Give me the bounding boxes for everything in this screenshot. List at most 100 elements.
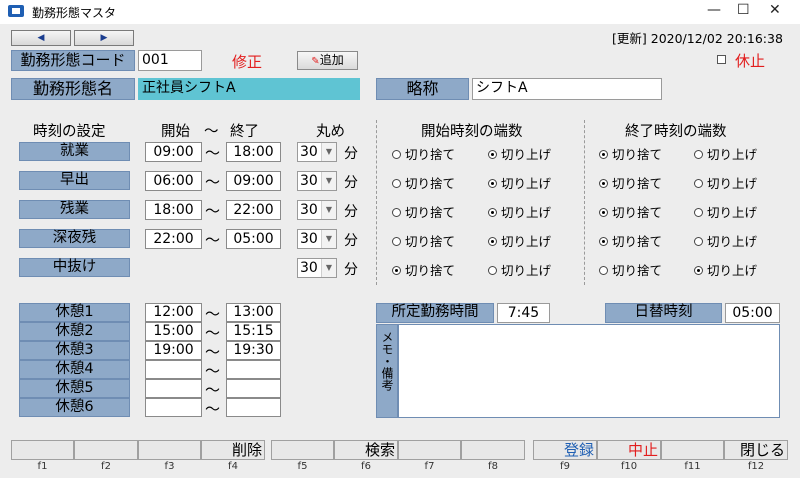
round-value: 30 bbox=[300, 202, 318, 218]
f9-button[interactable]: 登録 bbox=[533, 440, 597, 460]
tilde: 〜 bbox=[205, 305, 221, 323]
start-frac-up-radio[interactable]: 切り上げ bbox=[488, 144, 551, 163]
round-value: 30 bbox=[300, 231, 318, 247]
scheduled-hours-field[interactable]: 7:45 bbox=[497, 303, 550, 323]
start-frac-up-radio[interactable]: 切り上げ bbox=[488, 202, 551, 221]
end-frac-down-radio[interactable]: 切り捨て bbox=[599, 202, 662, 221]
radio-label: 切り上げ bbox=[706, 147, 757, 162]
time-row-label: 深夜残 bbox=[19, 229, 130, 248]
round-select[interactable]: 30 ▼ bbox=[297, 258, 337, 278]
f5-button[interactable] bbox=[271, 440, 334, 460]
round-select[interactable]: 30 ▼ bbox=[297, 171, 337, 191]
round-value: 30 bbox=[300, 144, 318, 160]
round-select[interactable]: 30 ▼ bbox=[297, 229, 337, 249]
day-switch-field[interactable]: 05:00 bbox=[725, 303, 780, 323]
break-start-field[interactable] bbox=[145, 379, 202, 398]
end-frac-up-radio[interactable]: 切り上げ bbox=[694, 173, 757, 192]
start-header: 開始 bbox=[161, 124, 190, 140]
short-field[interactable]: シフトA bbox=[472, 78, 662, 100]
end-frac-down-radio[interactable]: 切り捨て bbox=[599, 144, 662, 163]
start-frac-down-radio[interactable]: 切り捨て bbox=[392, 202, 455, 221]
radio-icon bbox=[599, 266, 608, 275]
minutes-unit: 分 bbox=[344, 175, 358, 191]
end-time-field[interactable]: 05:00 bbox=[226, 229, 281, 249]
name-field[interactable]: 正社員シフトA bbox=[138, 78, 360, 100]
f7-button[interactable] bbox=[398, 440, 461, 460]
break-start-field[interactable]: 12:00 bbox=[145, 303, 202, 322]
f12-button[interactable]: 閉じる bbox=[724, 440, 788, 460]
memo-textarea[interactable] bbox=[398, 324, 780, 418]
f6-key-label: f6 bbox=[361, 461, 371, 472]
tilde: 〜 bbox=[205, 362, 221, 380]
prev-record-button[interactable]: ◀ bbox=[11, 30, 71, 46]
break-end-field[interactable] bbox=[226, 398, 281, 417]
start-frac-down-radio[interactable]: 切り捨て bbox=[392, 231, 455, 250]
end-frac-up-radio[interactable]: 切り上げ bbox=[694, 231, 757, 250]
f2-button[interactable] bbox=[74, 440, 138, 460]
start-frac-up-radio[interactable]: 切り上げ bbox=[488, 231, 551, 250]
f11-button[interactable] bbox=[661, 440, 724, 460]
round-select[interactable]: 30 ▼ bbox=[297, 200, 337, 220]
end-frac-up-radio[interactable]: 切り上げ bbox=[694, 144, 757, 163]
end-frac-down-radio[interactable]: 切り捨て bbox=[599, 173, 662, 192]
break-label: 休憩4 bbox=[19, 360, 130, 379]
radio-icon bbox=[392, 208, 401, 217]
f8-button[interactable] bbox=[461, 440, 525, 460]
end-frac-up-radio[interactable]: 切り上げ bbox=[694, 260, 757, 279]
stop-checkbox[interactable] bbox=[717, 55, 726, 64]
f3-button[interactable] bbox=[138, 440, 201, 460]
break-start-field[interactable] bbox=[145, 360, 202, 379]
start-frac-down-radio[interactable]: 切り捨て bbox=[392, 173, 455, 192]
add-button-label: 追加 bbox=[319, 53, 344, 67]
f1-button[interactable] bbox=[11, 440, 74, 460]
maximize-icon[interactable]: ☐ bbox=[737, 2, 750, 18]
f10-button[interactable]: 中止 bbox=[597, 440, 661, 460]
break-start-field[interactable] bbox=[145, 398, 202, 417]
scheduled-hours-label: 所定勤務時間 bbox=[376, 303, 494, 323]
close-icon[interactable]: ✕ bbox=[769, 2, 781, 18]
round-value: 30 bbox=[300, 173, 318, 189]
end-time-field[interactable]: 22:00 bbox=[226, 200, 281, 220]
arrow-left-icon: ◀ bbox=[37, 33, 45, 43]
start-frac-up-radio[interactable]: 切り上げ bbox=[488, 260, 551, 279]
break-end-field[interactable]: 13:00 bbox=[226, 303, 281, 322]
code-field[interactable]: 001 bbox=[138, 50, 202, 71]
next-record-button[interactable]: ▶ bbox=[74, 30, 134, 46]
tilde: 〜 bbox=[205, 231, 221, 249]
start-time-field[interactable]: 06:00 bbox=[145, 171, 202, 191]
radio-icon bbox=[392, 266, 401, 275]
break-end-field[interactable] bbox=[226, 360, 281, 379]
f6-button[interactable]: 検索 bbox=[334, 440, 398, 460]
f4-button[interactable]: 削除 bbox=[201, 440, 265, 460]
break-start-field[interactable]: 15:00 bbox=[145, 322, 202, 341]
break-end-field[interactable]: 15:15 bbox=[226, 322, 281, 341]
end-frac-down-radio[interactable]: 切り捨て bbox=[599, 231, 662, 250]
tilde: 〜 bbox=[205, 400, 221, 418]
start-time-field[interactable]: 09:00 bbox=[145, 142, 202, 162]
round-select[interactable]: 30 ▼ bbox=[297, 142, 337, 162]
minimize-icon[interactable]: — bbox=[707, 2, 721, 18]
end-time-field[interactable]: 18:00 bbox=[226, 142, 281, 162]
name-label: 勤務形態名 bbox=[11, 78, 135, 100]
time-row-label: 就業 bbox=[19, 142, 130, 161]
radio-icon bbox=[488, 266, 497, 275]
f5-key-label: f5 bbox=[297, 461, 308, 472]
app-icon bbox=[8, 5, 24, 17]
chevron-down-icon: ▼ bbox=[321, 230, 336, 248]
radio-label: 切り上げ bbox=[500, 147, 551, 162]
start-time-field[interactable]: 22:00 bbox=[145, 229, 202, 249]
end-frac-down-radio[interactable]: 切り捨て bbox=[599, 260, 662, 279]
break-end-field[interactable]: 19:30 bbox=[226, 341, 281, 360]
break-start-field[interactable]: 19:00 bbox=[145, 341, 202, 360]
start-frac-down-radio[interactable]: 切り捨て bbox=[392, 144, 455, 163]
add-button[interactable]: ✎追加 bbox=[297, 51, 358, 70]
start-frac-up-radio[interactable]: 切り上げ bbox=[488, 173, 551, 192]
radio-icon bbox=[392, 179, 401, 188]
start-time-field[interactable]: 18:00 bbox=[145, 200, 202, 220]
time-settings-header: 時刻の設定 bbox=[33, 124, 106, 140]
break-end-field[interactable] bbox=[226, 379, 281, 398]
end-time-field[interactable]: 09:00 bbox=[226, 171, 281, 191]
radio-icon bbox=[488, 179, 497, 188]
end-frac-up-radio[interactable]: 切り上げ bbox=[694, 202, 757, 221]
start-frac-down-radio[interactable]: 切り捨て bbox=[392, 260, 455, 279]
